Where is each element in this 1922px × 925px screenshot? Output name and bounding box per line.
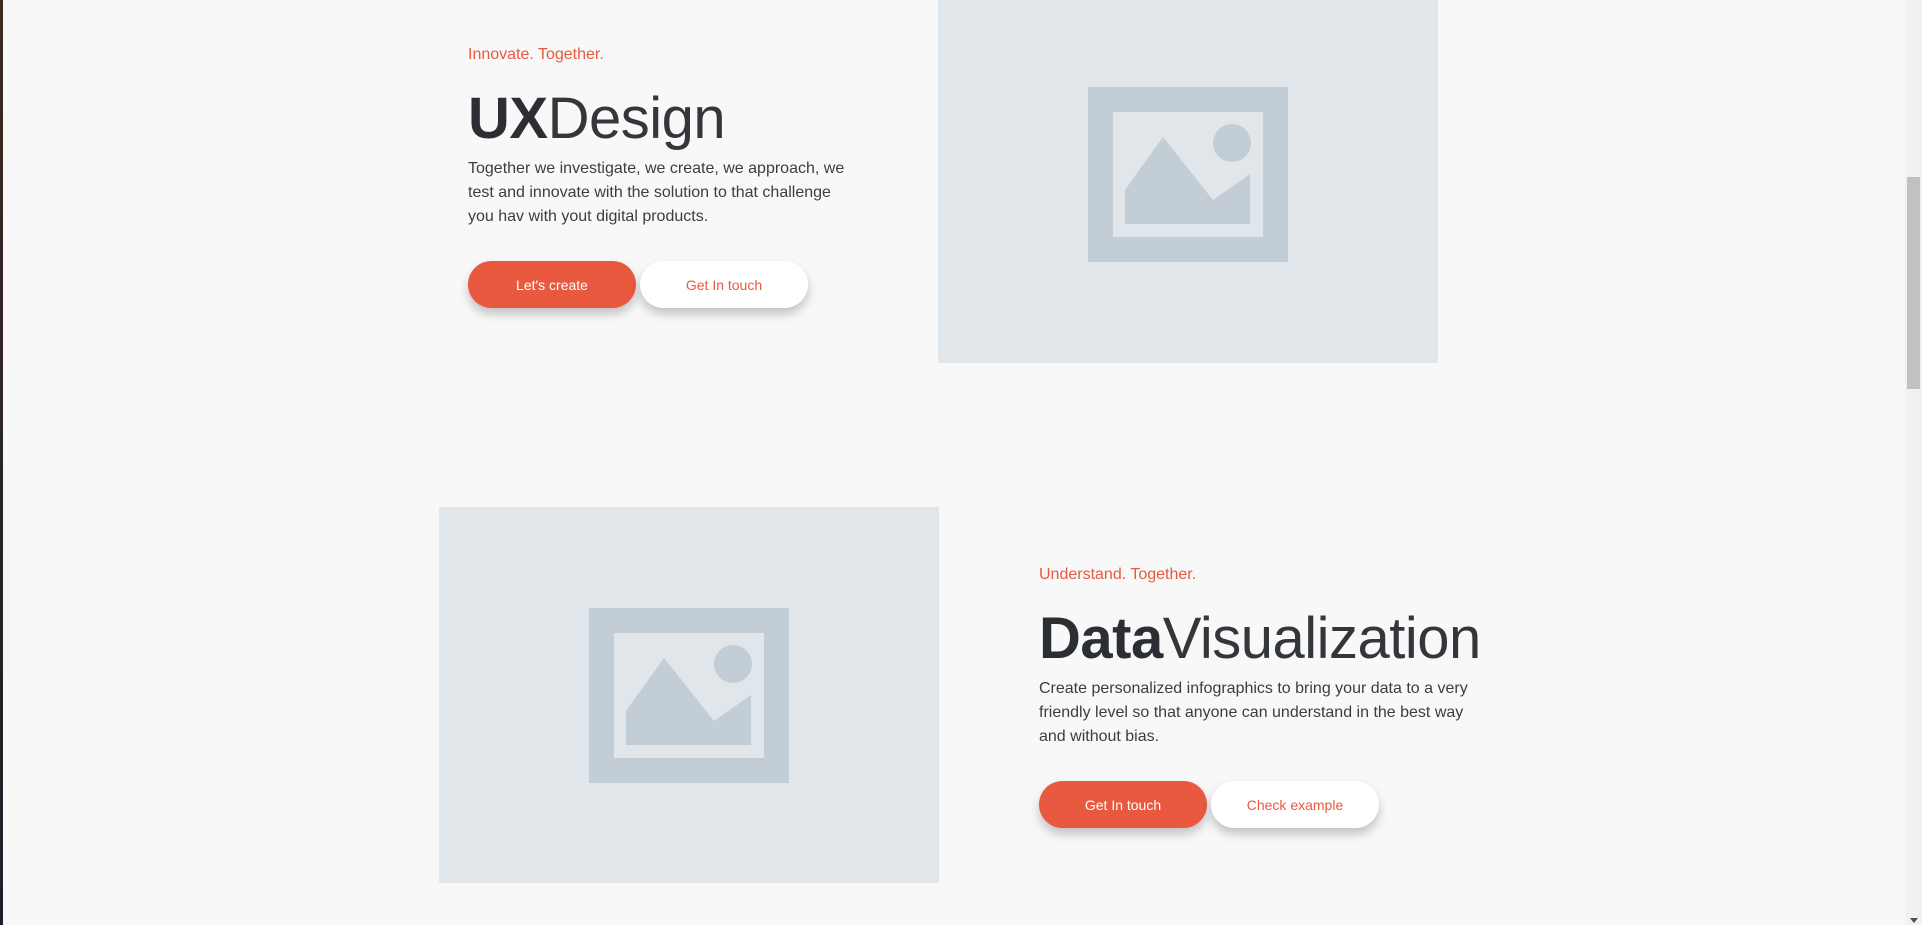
section-description: Together we investigate, we create, we a…: [468, 160, 845, 225]
scroll-down-arrow-icon[interactable]: [1910, 918, 1918, 923]
data-visualization-section: Understand. Together. DataVisualization …: [1039, 540, 1499, 880]
window-left-edge: [0, 0, 3, 925]
section-description: Create personalized infographics to brin…: [1039, 680, 1468, 745]
get-in-touch-button[interactable]: Get In touch: [640, 261, 808, 308]
section-title-strong: Data: [1039, 606, 1163, 671]
section-eyebrow: Innovate. Together.: [468, 46, 604, 63]
data-visualization-image: [439, 507, 939, 883]
section-title-light: Visualization: [1162, 606, 1482, 671]
section-title: DataVisualization: [1039, 610, 1481, 668]
image-placeholder-icon: [1088, 87, 1288, 262]
section-title-strong: UX: [468, 86, 548, 151]
section-title: UXDesign: [468, 90, 726, 148]
section-title-light: Design: [547, 86, 726, 151]
check-example-button[interactable]: Check example: [1211, 781, 1379, 828]
vertical-scrollbar[interactable]: [1905, 0, 1922, 925]
get-in-touch-button[interactable]: Get In touch: [1039, 781, 1207, 828]
ux-design-section: Innovate. Together. UXDesign Together we…: [468, 0, 888, 340]
ux-design-image: [938, 0, 1438, 363]
scrollbar-thumb[interactable]: [1907, 177, 1920, 389]
image-placeholder-icon: [589, 608, 789, 783]
lets-create-button[interactable]: Let's create: [468, 261, 636, 308]
section-eyebrow: Understand. Together.: [1039, 566, 1197, 583]
